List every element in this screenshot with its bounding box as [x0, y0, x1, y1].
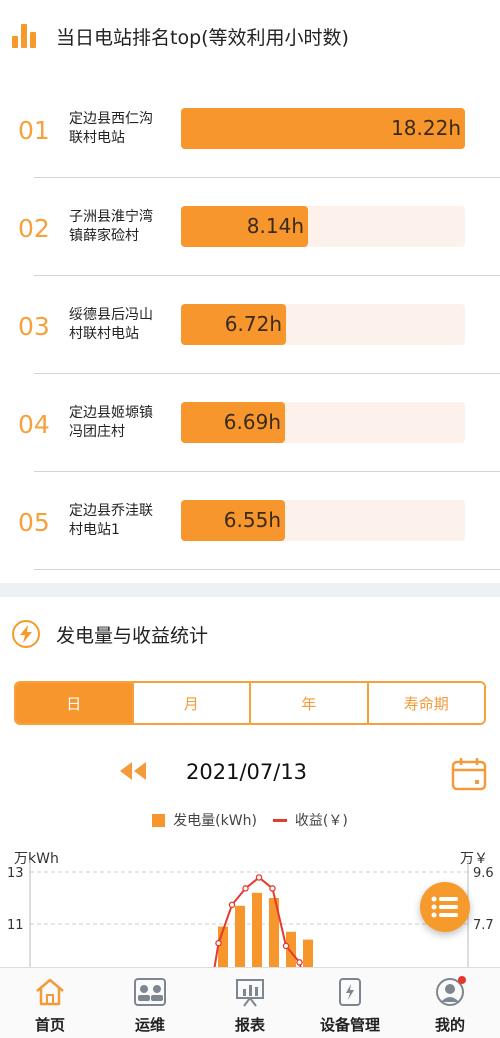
- legend-bar-label: 发电量(kWh): [173, 813, 257, 829]
- revenue-point: [228, 901, 236, 909]
- rank-number: 04: [18, 410, 50, 439]
- chart-legend: 发电量(kWh) 收益(￥): [0, 810, 500, 830]
- right-tick-label: 9.6: [473, 866, 494, 881]
- bottom-nav: 首页 运维 报表 设备管理 我的: [0, 967, 500, 1038]
- revenue-point: [255, 874, 263, 881]
- previous-date-icon[interactable]: [118, 760, 152, 788]
- device-icon: [333, 976, 367, 1008]
- rank-bar-track: 6.72h: [181, 304, 465, 345]
- generation-bar: [303, 939, 313, 970]
- ranking-row[interactable]: 03 绥德县后冯山 村联村电站 6.72h: [0, 276, 500, 374]
- rank-bar-fill: 18.22h: [181, 108, 465, 149]
- selected-date: 2021/07/13: [186, 760, 308, 784]
- operations-icon: [133, 976, 167, 1008]
- legend-line-label: 收益(￥): [294, 813, 348, 829]
- home-screen: 当日电站排名top(等效利用小时数) 01 定边县西仁沟 联村电站 18.22h …: [0, 0, 500, 1038]
- rank-bar-track: 6.55h: [181, 500, 465, 541]
- row-divider: [34, 568, 500, 570]
- home-icon: [33, 976, 67, 1008]
- revenue-point: [296, 959, 303, 966]
- station-name: 子洲县淮宁湾 镇薛家硷村: [69, 209, 153, 244]
- rank-number: 02: [18, 214, 50, 243]
- nav-item-operations[interactable]: 运维: [100, 968, 200, 1038]
- rank-number: 01: [18, 116, 50, 145]
- nav-label: 运维: [134, 1016, 165, 1034]
- tab-day[interactable]: 日: [16, 683, 134, 723]
- tab-month[interactable]: 月: [133, 683, 251, 723]
- rank-bar-track: 18.22h: [181, 108, 465, 149]
- station-name: 定边县乔洼联 村电站1: [69, 503, 153, 538]
- rank-bar-fill: 6.55h: [181, 500, 285, 541]
- nav-item-device[interactable]: 设备管理: [300, 968, 400, 1038]
- ranking-row[interactable]: 05 定边县乔洼联 村电站1 6.55h: [0, 472, 500, 570]
- rank-value: 18.22h: [391, 116, 461, 140]
- ranking-title: 当日电站排名top(等效利用小时数): [56, 26, 349, 49]
- section-separator: [0, 583, 500, 597]
- rank-bar-track: 6.69h: [181, 402, 465, 443]
- left-tick-label: 11: [7, 918, 24, 933]
- station-name: 定边县西仁沟 联村电站: [69, 111, 153, 146]
- period-tabs: 日 月 年 寿命期: [14, 681, 486, 725]
- calendar-icon[interactable]: [451, 757, 487, 791]
- ranking-row[interactable]: 01 定边县西仁沟 联村电站 18.22h: [0, 80, 500, 178]
- revenue-point: [242, 885, 249, 892]
- nav-item-home[interactable]: 首页: [0, 968, 100, 1038]
- generation-bar: [252, 892, 262, 970]
- nav-label: 我的: [434, 1016, 465, 1034]
- rank-value: 8.14h: [246, 214, 304, 238]
- rank-bar-fill: 6.69h: [181, 402, 285, 443]
- tab-year[interactable]: 年: [251, 683, 369, 723]
- station-name: 定边县姬塬镇 冯团庄村: [69, 405, 153, 440]
- rank-bar-fill: 6.72h: [181, 304, 286, 345]
- station-name: 绥德县后冯山 村联村电站: [69, 307, 153, 342]
- legend-bar-swatch: [152, 813, 166, 827]
- revenue-point: [269, 885, 276, 892]
- stats-title: 发电量与收益统计: [56, 624, 209, 647]
- lightning-icon: [12, 620, 40, 648]
- rank-number: 05: [18, 508, 50, 537]
- ranking-row[interactable]: 02 子洲县淮宁湾 镇薛家硷村 8.14h: [0, 178, 500, 276]
- rank-bar-track: 8.14h: [181, 206, 465, 247]
- revenue-point: [282, 942, 290, 950]
- legend-line-swatch: [272, 818, 287, 822]
- notification-dot: [458, 976, 466, 984]
- nav-item-profile[interactable]: 我的: [400, 968, 500, 1038]
- nav-label: 设备管理: [319, 1016, 380, 1034]
- generation-bar: [235, 905, 245, 970]
- stats-header: 发电量与收益统计: [0, 614, 500, 654]
- nav-label: 报表: [234, 1016, 265, 1034]
- rank-number: 03: [18, 312, 50, 341]
- ranking-header: 当日电站排名top(等效利用小时数): [0, 14, 500, 58]
- rank-bar-fill: 8.14h: [181, 206, 308, 247]
- rank-value: 6.55h: [223, 508, 281, 532]
- ranking-row[interactable]: 04 定边县姬塬镇 冯团庄村 6.69h: [0, 374, 500, 472]
- revenue-point: [215, 939, 222, 947]
- list-icon: [431, 896, 458, 918]
- rank-value: 6.69h: [223, 410, 281, 434]
- nav-item-report[interactable]: 报表: [200, 968, 300, 1038]
- nav-label: 首页: [34, 1016, 65, 1034]
- tab-lifetime[interactable]: 寿命期: [368, 683, 484, 723]
- report-icon: [233, 976, 267, 1008]
- right-tick-label: 7.7: [473, 918, 494, 933]
- menu-fab-button[interactable]: [420, 882, 470, 932]
- bar-chart-icon: [12, 22, 40, 50]
- left-tick-label: 13: [7, 866, 24, 881]
- rank-value: 6.72h: [224, 312, 282, 336]
